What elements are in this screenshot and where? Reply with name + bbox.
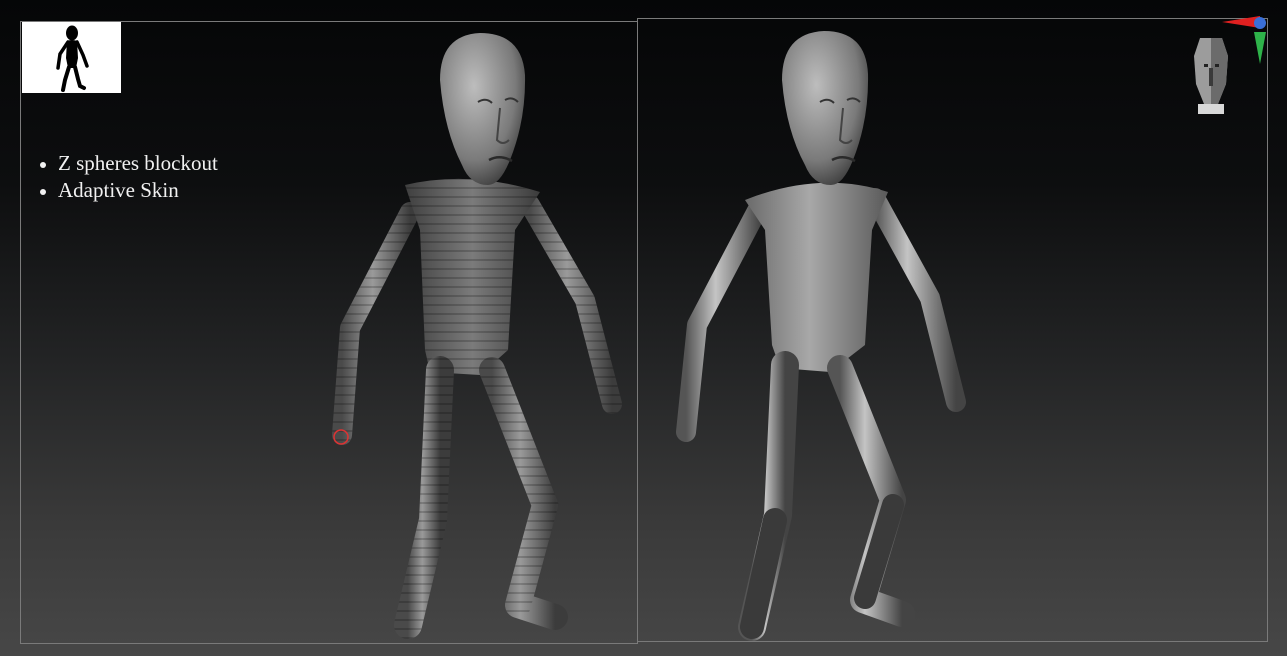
axis-gizmo-icon[interactable] <box>1218 14 1274 70</box>
adaptive-skin-figure[interactable] <box>676 31 966 641</box>
zsphere-figure[interactable] <box>332 33 622 639</box>
figures-canvas <box>332 31 966 641</box>
